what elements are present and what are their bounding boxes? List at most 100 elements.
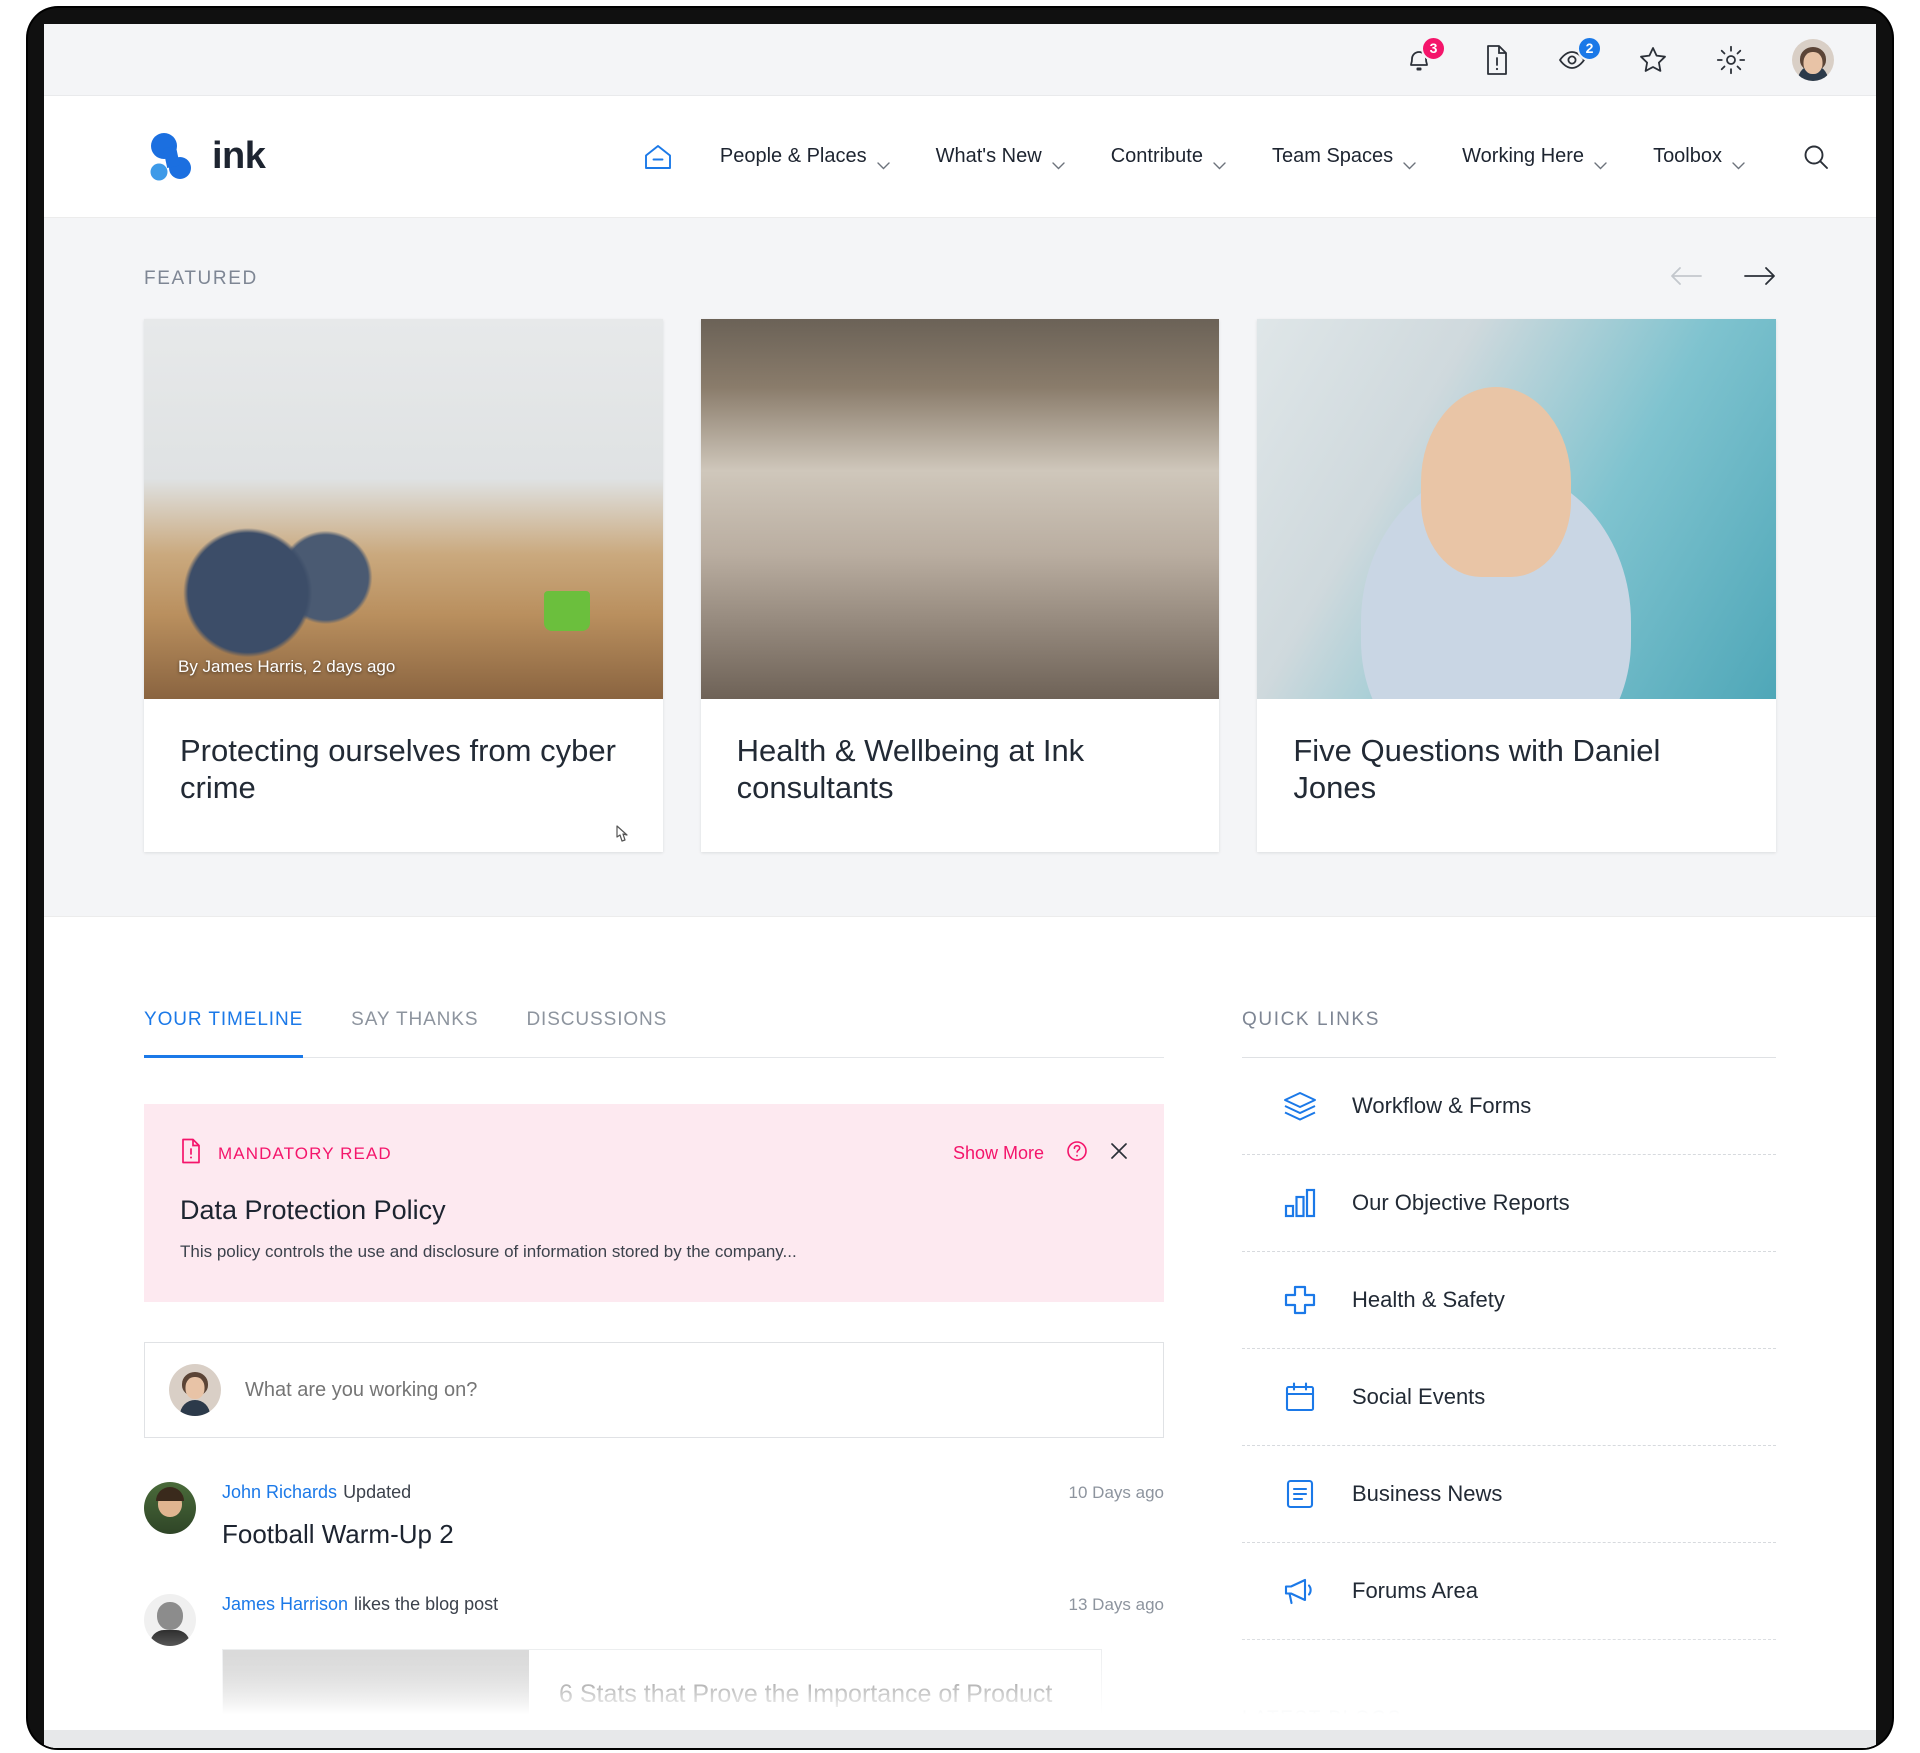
quick-link-health-safety[interactable]: Health & Safety (1242, 1252, 1776, 1350)
nav-item-contribute[interactable]: Contribute (1088, 145, 1249, 169)
featured-card-title: Health & Wellbeing at Ink consultants (736, 733, 1085, 805)
bell-icon[interactable]: 3 (1402, 35, 1446, 77)
quick-links-title: QUICK LINKS (1242, 1009, 1380, 1031)
content-area: YOUR TIMELINE SAY THANKS DISCUSSIONS MAN… (44, 917, 1876, 1748)
quick-link-social-events[interactable]: Social Events (1242, 1349, 1776, 1447)
mandatory-read-label: MANDATORY READ (218, 1143, 392, 1163)
timeline-item-time: 10 Days ago (1068, 1483, 1164, 1503)
search-icon[interactable] (1768, 143, 1834, 171)
quick-link-business-news[interactable]: Business News (1242, 1446, 1776, 1544)
featured-card[interactable]: By James Harris, 2 days ago Protecting o… (144, 319, 663, 853)
calendar-icon (1282, 1379, 1318, 1415)
nav-links: People & Places What's New Contribute Te… (619, 143, 1834, 171)
ink-logo-icon (144, 129, 200, 185)
carousel-next-arrow[interactable] (1744, 266, 1776, 291)
timeline-column: YOUR TIMELINE SAY THANKS DISCUSSIONS MAN… (144, 917, 1164, 1748)
chevron-down-icon (876, 153, 890, 169)
featured-header: FEATURED (144, 266, 1776, 291)
avatar[interactable] (1792, 38, 1834, 81)
browser-window-frame: 3 2 ink People & Places What's New Contr… (28, 8, 1892, 1748)
layers-icon (1282, 1088, 1318, 1124)
quick-links-list: Workflow & Forms Our Objective Reports H… (1242, 1057, 1776, 1641)
carousel-prev-arrow[interactable] (1670, 266, 1702, 291)
star-icon[interactable] (1636, 43, 1670, 77)
bell-badge: 3 (1421, 35, 1446, 61)
mandatory-read-description: This policy controls the use and disclos… (180, 1242, 797, 1262)
featured-card[interactable]: Five Questions with Daniel Jones (1257, 319, 1777, 853)
gear-icon[interactable] (1714, 43, 1748, 77)
timeline-item-user[interactable]: John Richards (222, 1482, 337, 1503)
quick-links-column: QUICK LINKS Workflow & Forms Our Objecti… (1204, 917, 1776, 1748)
composer-input[interactable] (245, 1378, 1139, 1402)
quick-link-objective-reports[interactable]: Our Objective Reports (1242, 1155, 1776, 1253)
mandatory-read-actions: Show More (953, 1140, 1128, 1167)
logo[interactable]: ink (144, 129, 266, 185)
featured-cards: By James Harris, 2 days ago Protecting o… (144, 319, 1777, 853)
timeline-item-body: John Richards Updated 10 Days ago Footba… (222, 1482, 1164, 1550)
nav-item-label: Team Spaces (1271, 145, 1394, 167)
mouse-cursor-icon (611, 824, 633, 850)
featured-card-title: Protecting ourselves from cyber crime (180, 733, 616, 805)
home-icon[interactable] (619, 143, 697, 171)
chevron-down-icon (1732, 153, 1745, 169)
quick-link-label: Forums Area (1352, 1578, 1478, 1604)
featured-card-body: Health & Wellbeing at Ink consultants (701, 699, 1220, 852)
featured-title: FEATURED (144, 267, 258, 289)
timeline-avatar (144, 1594, 196, 1647)
timeline-item-meta: James Harrison likes the blog post 13 Da… (222, 1594, 1164, 1615)
timeline-item-action: likes the blog post (354, 1594, 499, 1615)
tab-label: DISCUSSIONS (526, 1009, 668, 1031)
mandatory-read-header: MANDATORY READ Show More (180, 1138, 1128, 1169)
timeline-item-user[interactable]: James Harrison (222, 1594, 348, 1615)
quick-link-label: Health & Safety (1352, 1287, 1505, 1313)
nav-item-toolbox[interactable]: Toolbox (1630, 145, 1768, 169)
nav-item-whats-new[interactable]: What's New (913, 145, 1088, 169)
featured-card-body: Protecting ourselves from cyber crime (144, 699, 663, 852)
main-navigation: ink People & Places What's New Contribut… (44, 96, 1876, 218)
nav-item-label: What's New (935, 145, 1042, 167)
help-icon[interactable] (1066, 1140, 1088, 1167)
timeline-avatar (144, 1482, 196, 1535)
mandatory-read-banner: MANDATORY READ Show More Data Protection… (144, 1104, 1164, 1303)
tab-your-timeline[interactable]: YOUR TIMELINE (144, 1009, 304, 1059)
nav-item-working-here[interactable]: Working Here (1439, 145, 1630, 169)
quick-link-label: Business News (1352, 1481, 1503, 1507)
featured-carousel-controls (1670, 266, 1776, 291)
status-composer[interactable] (144, 1342, 1164, 1439)
nav-item-people-places[interactable]: People & Places (697, 145, 913, 169)
tab-say-thanks[interactable]: SAY THANKS (351, 1009, 478, 1057)
nav-item-label: Working Here (1462, 145, 1585, 167)
featured-section: FEATURED By James Harris, 2 days ago Pro… (44, 218, 1876, 918)
quick-link-workflow-forms[interactable]: Workflow & Forms (1242, 1058, 1776, 1156)
bottom-scroll-strip (44, 1730, 1876, 1748)
utility-topbar: 3 2 (44, 24, 1876, 96)
featured-card-byline: By James Harris, 2 days ago (178, 657, 396, 676)
tab-discussions[interactable]: DISCUSSIONS (526, 1009, 667, 1057)
tab-label: SAY THANKS (351, 1009, 479, 1031)
logo-text: ink (212, 135, 266, 177)
quick-link-forums-area[interactable]: Forums Area (1242, 1543, 1776, 1641)
nav-item-team-spaces[interactable]: Team Spaces (1249, 145, 1439, 169)
eye-icon[interactable]: 2 (1558, 35, 1602, 77)
nav-item-label: People & Places (719, 145, 867, 167)
document-alert-icon[interactable] (1480, 43, 1514, 77)
quick-link-label: Our Objective Reports (1352, 1190, 1570, 1216)
page-screen: 3 2 ink People & Places What's New Contr… (44, 24, 1876, 1748)
topbar-icon-group: 3 2 (1402, 35, 1834, 81)
show-more-button[interactable]: Show More (953, 1143, 1044, 1164)
medical-cross-icon (1282, 1282, 1318, 1318)
latest-blogs-title: LATEST BLOGS (1242, 1708, 1402, 1730)
quick-link-label: Social Events (1352, 1384, 1486, 1410)
timeline-item-time: 13 Days ago (1068, 1595, 1164, 1615)
featured-card[interactable]: Health & Wellbeing at Ink consultants (700, 319, 1220, 853)
timeline-item-action: Updated (343, 1482, 412, 1503)
timeline-item-meta: John Richards Updated 10 Days ago (222, 1482, 1164, 1503)
mandatory-read-title: Data Protection Policy (180, 1195, 446, 1226)
timeline-item-body: James Harrison likes the blog post 13 Da… (222, 1594, 1164, 1748)
close-icon[interactable] (1110, 1142, 1128, 1165)
featured-card-image: By James Harris, 2 days ago (144, 319, 663, 699)
nav-item-label: Contribute (1110, 145, 1203, 167)
tab-label: YOUR TIMELINE (144, 1009, 304, 1031)
timeline-item-title[interactable]: Football Warm-Up 2 (222, 1519, 1164, 1550)
timeline-tabs: YOUR TIMELINE SAY THANKS DISCUSSIONS (144, 1009, 1164, 1059)
